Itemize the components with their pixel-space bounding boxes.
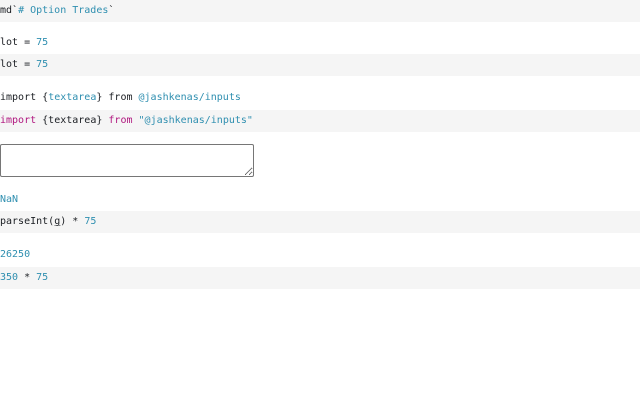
code-import-names: {textarea}	[42, 115, 103, 126]
output-import-from: from	[102, 92, 139, 103]
code-multiply-left: 350	[0, 272, 19, 283]
code-cell-multiply[interactable]: 350 * 75	[0, 267, 640, 289]
output-lot-value: 75	[36, 37, 49, 48]
md-heading: # Option Trades	[18, 5, 109, 16]
output-import: import {textarea} from @jashkenas/inputs	[0, 90, 640, 106]
code-lot-eq: =	[18, 59, 37, 70]
code-cell-lot[interactable]: lot = 75	[0, 54, 640, 76]
code-cell-parseint[interactable]: parseInt(g) * 75	[0, 211, 640, 233]
code-cell-import[interactable]: import {textarea} from "@jashkenas/input…	[0, 110, 640, 132]
code-multiply-right: 75	[36, 272, 49, 283]
md-tag-end: `	[108, 5, 115, 16]
md-tag: md`	[0, 5, 19, 16]
output-lot: lot = 75	[0, 35, 640, 51]
output-import-module-link[interactable]: @jashkenas/inputs	[139, 92, 241, 103]
code-lot-name: lot	[0, 59, 19, 70]
output-lot-eq: =	[18, 37, 37, 48]
textarea-input[interactable]	[0, 144, 254, 177]
output-lot-name: lot	[0, 37, 19, 48]
code-parseint-value: 75	[84, 216, 97, 227]
code-parseint-fn: parseInt	[0, 216, 49, 227]
output-nan-value: NaN	[0, 194, 19, 205]
output-import-kw: import	[0, 92, 43, 103]
code-parseint-op: *	[66, 216, 85, 227]
output-product: 26250	[0, 247, 640, 263]
code-multiply-op: *	[18, 272, 37, 283]
code-import-kw: import	[0, 115, 37, 126]
code-from-kw: from	[108, 115, 133, 126]
code-import-module: "@jashkenas/inputs"	[138, 115, 253, 126]
output-product-value: 26250	[0, 249, 31, 260]
output-import-name: textarea	[48, 92, 97, 103]
code-lot-value: 75	[36, 59, 49, 70]
output-nan: NaN	[0, 192, 640, 208]
code-cell-title[interactable]: md`# Option Trades`	[0, 0, 640, 22]
